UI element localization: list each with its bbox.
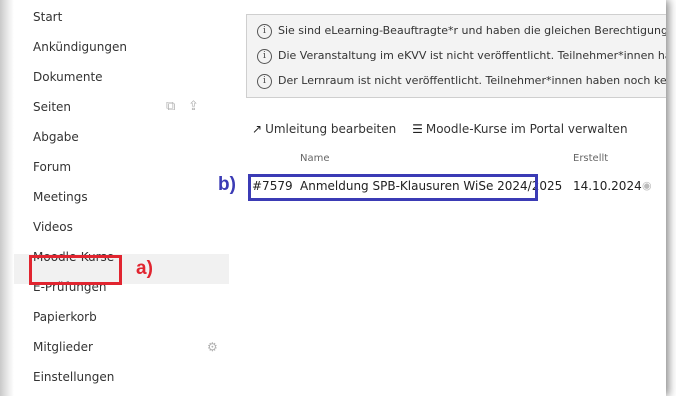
main-content: i Sie sind eLearning-Beauftragte*r und ha… xyxy=(246,0,666,396)
notice-row: i Der Lernraum ist nicht veröffentlicht. … xyxy=(257,71,666,91)
list-icon: ☰ xyxy=(412,122,423,136)
screenshot-frame: Start Ankündigungen Dokumente Seiten ⧉ ⇪… xyxy=(0,0,666,396)
highlight-box-moodle-kurse xyxy=(29,255,122,285)
manage-moodle-courses-label: Moodle-Kurse im Portal verwalten xyxy=(425,122,628,136)
action-bar: ↗ Umleitung bearbeiten ☰ Moodle-Kurse im P… xyxy=(252,122,640,136)
external-link-icon: ↗ xyxy=(252,122,263,136)
course-created-date: 14.10.2024 xyxy=(573,179,642,193)
edit-redirect-label: Umleitung bearbeiten xyxy=(265,122,397,136)
notice-text: Der Lernraum ist nicht veröffentlicht. T… xyxy=(278,74,666,87)
sidebar-item-label: Ankündigungen xyxy=(33,40,127,54)
sidebar-item-label: Papierkorb xyxy=(33,310,97,324)
annotation-marker-b: b) xyxy=(218,174,236,195)
sidebar-item-label: Meetings xyxy=(33,190,88,204)
notice-text: Die Veranstaltung im eKVV ist nicht verö… xyxy=(278,49,666,62)
sidebar-item-label: Seiten xyxy=(33,100,72,114)
annotation-marker-a: a) xyxy=(136,258,153,279)
info-icon: i xyxy=(257,23,272,39)
notice-box: i Sie sind eLearning-Beauftragte*r und ha… xyxy=(246,14,666,98)
notice-row: i Die Veranstaltung im eKVV ist nicht ver… xyxy=(257,46,666,66)
notice-text: Sie sind eLearning-Beauftragte*r und hab… xyxy=(278,24,666,37)
gear-icon[interactable]: ⚙ xyxy=(207,332,218,362)
sidebar-item-label: Mitglieder xyxy=(33,340,93,354)
notice-row: i Sie sind eLearning-Beauftragte*r und ha… xyxy=(257,21,666,41)
upload-icon[interactable]: ⇪ xyxy=(188,92,199,122)
info-icon: i xyxy=(257,48,272,64)
sidebar-item-einstellungen[interactable]: Einstellungen xyxy=(14,370,229,396)
manage-moodle-courses-link[interactable]: ☰ Moodle-Kurse im Portal verwalten xyxy=(412,122,627,136)
sidebar-item-label: Einstellungen xyxy=(33,370,115,384)
sidebar-item-label: Dokumente xyxy=(33,70,103,84)
frame-shadow xyxy=(0,0,14,396)
sidebar-item-label: Videos xyxy=(33,220,73,234)
edit-redirect-link[interactable]: ↗ Umleitung bearbeiten xyxy=(252,122,396,136)
sidebar-item-label: Abgabe xyxy=(33,130,79,144)
copy-pages-icon[interactable]: ⧉ xyxy=(166,92,175,122)
sidebar-item-label: Start xyxy=(33,10,63,24)
column-header-created: Erstellt xyxy=(573,153,609,164)
column-header-name: Name xyxy=(300,153,330,164)
sidebar-item-label: Forum xyxy=(33,160,72,174)
info-icon: i xyxy=(257,73,272,89)
highlight-box-course-row xyxy=(248,174,538,201)
sidebar: Start Ankündigungen Dokumente Seiten ⧉ ⇪… xyxy=(14,10,229,396)
visibility-hidden-icon[interactable]: ◉ xyxy=(642,179,652,192)
